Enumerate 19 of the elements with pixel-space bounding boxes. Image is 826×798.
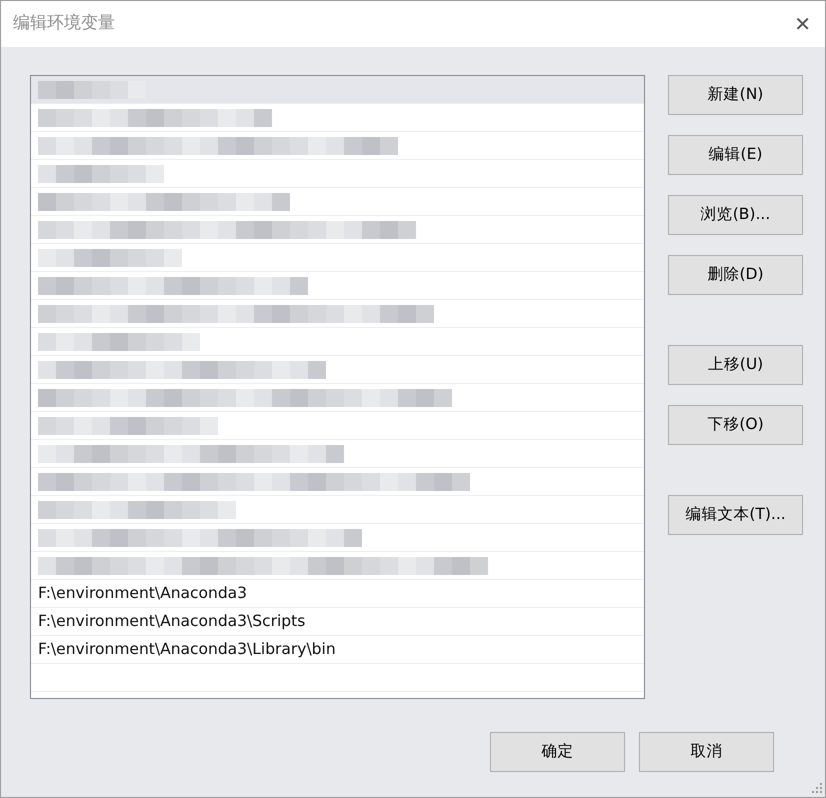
close-button[interactable]: ✕ xyxy=(794,14,811,34)
action-button[interactable]: 浏览(B)... xyxy=(668,195,803,235)
path-text: F:\environment\Anaconda3\Scripts xyxy=(38,610,306,632)
action-button[interactable]: 编辑文本(T)... xyxy=(668,495,803,535)
resize-grip-icon[interactable] xyxy=(811,783,823,795)
path-text: F:\environment\Anaconda3 xyxy=(38,582,248,604)
dialog-button[interactable]: 取消 xyxy=(639,732,774,772)
action-button[interactable]: 下移(O) xyxy=(668,405,803,445)
action-button[interactable]: 删除(D) xyxy=(668,255,803,295)
action-button[interactable]: 新建(N) xyxy=(668,75,803,115)
dialog-button[interactable]: 确定 xyxy=(490,732,625,772)
list-row[interactable]: F:\environment\Anaconda3 xyxy=(31,580,644,608)
window-title: 编辑环境变量 xyxy=(13,12,115,36)
list-row[interactable]: F:\environment\Anaconda3\Library\bin xyxy=(31,636,644,664)
list-row[interactable] xyxy=(31,76,644,104)
path-text: F:\environment\Anaconda3\Library\bin xyxy=(38,638,336,660)
action-button[interactable]: 上移(U) xyxy=(668,345,803,385)
action-button[interactable]: 编辑(E) xyxy=(668,135,803,175)
list-row[interactable]: F:\environment\Anaconda3\Scripts xyxy=(31,608,644,636)
